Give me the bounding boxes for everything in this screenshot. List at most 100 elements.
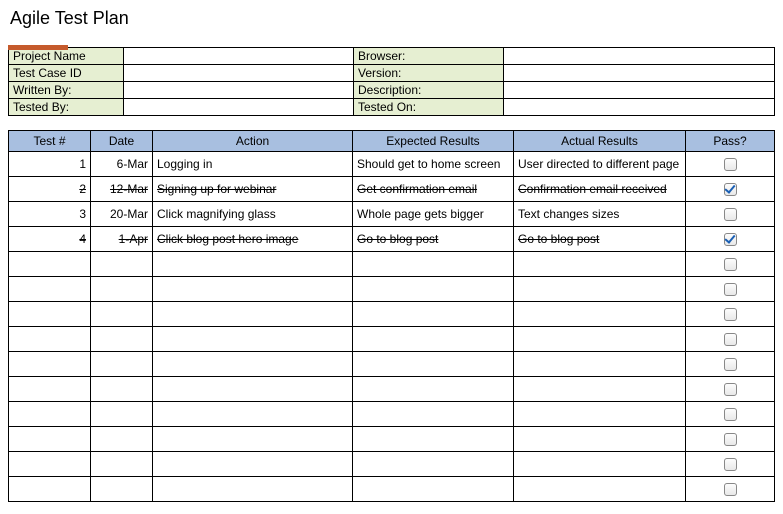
meta-value-right[interactable] xyxy=(504,82,775,99)
cell-date[interactable] xyxy=(91,352,153,377)
cell-action[interactable]: Signing up for webinar xyxy=(153,177,353,202)
meta-label-right: Tested On: xyxy=(354,99,504,116)
cell-test[interactable] xyxy=(9,277,91,302)
cell-actual[interactable] xyxy=(514,402,686,427)
meta-value-right[interactable] xyxy=(504,48,775,65)
cell-test[interactable] xyxy=(9,477,91,502)
pass-checkbox[interactable] xyxy=(724,358,737,371)
cell-expected[interactable] xyxy=(353,452,514,477)
pass-checkbox[interactable] xyxy=(724,233,737,246)
cell-test[interactable]: 2 xyxy=(9,177,91,202)
meta-label-left: Test Case ID xyxy=(9,65,124,82)
cell-date[interactable] xyxy=(91,327,153,352)
cell-actual[interactable]: User directed to different page xyxy=(514,152,686,177)
header-actual: Actual Results xyxy=(514,131,686,152)
cell-expected[interactable] xyxy=(353,252,514,277)
cell-action[interactable]: Click blog post hero image xyxy=(153,227,353,252)
cell-expected[interactable]: Go to blog post xyxy=(353,227,514,252)
pass-checkbox[interactable] xyxy=(724,158,737,171)
cell-test[interactable] xyxy=(9,327,91,352)
pass-checkbox[interactable] xyxy=(724,458,737,471)
cell-action[interactable] xyxy=(153,377,353,402)
pass-checkbox[interactable] xyxy=(724,433,737,446)
meta-value-left[interactable] xyxy=(124,48,354,65)
cell-expected[interactable] xyxy=(353,377,514,402)
cell-test[interactable]: 3 xyxy=(9,202,91,227)
meta-value-left[interactable] xyxy=(124,65,354,82)
cell-date[interactable] xyxy=(91,452,153,477)
cell-expected[interactable]: Get confirmation email xyxy=(353,177,514,202)
cell-test[interactable] xyxy=(9,402,91,427)
cell-actual[interactable] xyxy=(514,277,686,302)
cell-action[interactable] xyxy=(153,302,353,327)
cell-actual[interactable]: Confirmation email received xyxy=(514,177,686,202)
cell-actual[interactable] xyxy=(514,427,686,452)
cell-test[interactable] xyxy=(9,252,91,277)
cell-test[interactable] xyxy=(9,302,91,327)
cell-date[interactable]: 6-Mar xyxy=(91,152,153,177)
meta-value-right[interactable] xyxy=(504,65,775,82)
header-date: Date xyxy=(91,131,153,152)
cell-actual[interactable]: Go to blog post xyxy=(514,227,686,252)
cell-action[interactable] xyxy=(153,427,353,452)
pass-checkbox[interactable] xyxy=(724,283,737,296)
cell-action[interactable] xyxy=(153,252,353,277)
pass-checkbox[interactable] xyxy=(724,408,737,421)
cell-expected[interactable] xyxy=(353,277,514,302)
cell-actual[interactable] xyxy=(514,252,686,277)
cell-action[interactable]: Click magnifying glass xyxy=(153,202,353,227)
cell-test[interactable] xyxy=(9,377,91,402)
meta-value-left[interactable] xyxy=(124,82,354,99)
pass-checkbox[interactable] xyxy=(724,333,737,346)
meta-row: Project NameBrowser: xyxy=(9,48,775,65)
pass-checkbox[interactable] xyxy=(724,383,737,396)
cell-date[interactable] xyxy=(91,252,153,277)
pass-checkbox[interactable] xyxy=(724,308,737,321)
cell-expected[interactable]: Should get to home screen xyxy=(353,152,514,177)
cell-action[interactable] xyxy=(153,477,353,502)
cell-date[interactable] xyxy=(91,477,153,502)
cell-action[interactable] xyxy=(153,402,353,427)
cell-expected[interactable] xyxy=(353,477,514,502)
table-row xyxy=(9,277,775,302)
cell-actual[interactable] xyxy=(514,452,686,477)
cell-actual[interactable] xyxy=(514,352,686,377)
cell-action[interactable] xyxy=(153,352,353,377)
pass-checkbox[interactable] xyxy=(724,183,737,196)
pass-checkbox[interactable] xyxy=(724,483,737,496)
cell-test[interactable] xyxy=(9,352,91,377)
cell-date[interactable]: 20-Mar xyxy=(91,202,153,227)
cell-date[interactable] xyxy=(91,427,153,452)
table-row xyxy=(9,427,775,452)
cell-date[interactable]: 12-Mar xyxy=(91,177,153,202)
cell-action[interactable] xyxy=(153,327,353,352)
cell-test[interactable] xyxy=(9,452,91,477)
cell-date[interactable]: 1-Apr xyxy=(91,227,153,252)
cell-actual[interactable]: Text changes sizes xyxy=(514,202,686,227)
cell-actual[interactable] xyxy=(514,477,686,502)
cell-expected[interactable] xyxy=(353,352,514,377)
cell-action[interactable] xyxy=(153,277,353,302)
cell-expected[interactable] xyxy=(353,427,514,452)
cell-test[interactable]: 4 xyxy=(9,227,91,252)
cell-expected[interactable] xyxy=(353,402,514,427)
cell-test[interactable] xyxy=(9,427,91,452)
table-row xyxy=(9,302,775,327)
pass-checkbox[interactable] xyxy=(724,208,737,221)
cell-actual[interactable] xyxy=(514,327,686,352)
cell-expected[interactable] xyxy=(353,327,514,352)
meta-value-right[interactable] xyxy=(504,99,775,116)
cell-actual[interactable] xyxy=(514,302,686,327)
meta-value-left[interactable] xyxy=(124,99,354,116)
pass-checkbox[interactable] xyxy=(724,258,737,271)
cell-date[interactable] xyxy=(91,377,153,402)
cell-date[interactable] xyxy=(91,277,153,302)
cell-expected[interactable]: Whole page gets bigger xyxy=(353,202,514,227)
cell-date[interactable] xyxy=(91,402,153,427)
cell-action[interactable] xyxy=(153,452,353,477)
cell-expected[interactable] xyxy=(353,302,514,327)
cell-actual[interactable] xyxy=(514,377,686,402)
cell-date[interactable] xyxy=(91,302,153,327)
cell-test[interactable]: 1 xyxy=(9,152,91,177)
cell-action[interactable]: Logging in xyxy=(153,152,353,177)
